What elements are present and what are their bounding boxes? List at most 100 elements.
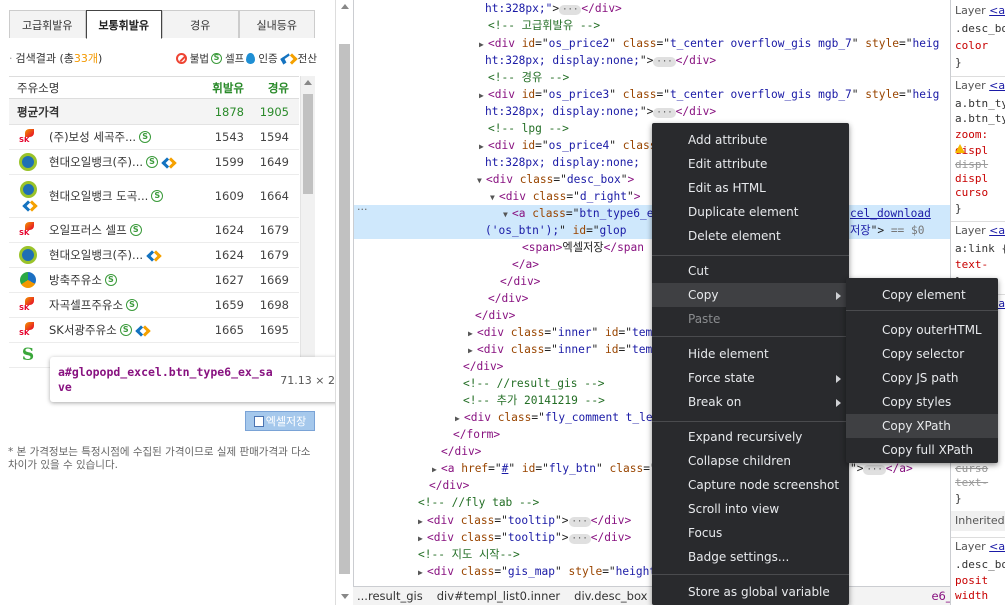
dom-node-line[interactable]: ▶ <div id="os_price3" class="t_center ove… (354, 86, 950, 103)
excel-save-label: 엑셀저장 (265, 415, 307, 428)
station-name[interactable]: 현대오일뱅크(주)... (49, 247, 143, 263)
menu-item-label: Copy (688, 288, 719, 302)
menu-item-copy-element[interactable]: Copy element (846, 283, 998, 307)
style-rule-line[interactable]: displ (955, 158, 988, 171)
table-row[interactable]: (주)보성 세곡주...S 1543 1594 (9, 125, 299, 150)
table-row[interactable]: 오일프러스 셀프S 1624 1679 (9, 218, 299, 243)
legend-self: 셀프 (225, 52, 245, 65)
node-more-ellipsis[interactable]: ··· (357, 203, 368, 216)
station-name[interactable]: 자곡셀프주유소 (49, 297, 123, 313)
menu-item-expand-recursively[interactable]: Expand recursively (652, 425, 849, 449)
table-scrollbar[interactable] (300, 76, 315, 401)
ban-icon (175, 52, 187, 64)
price-disclaimer: * 본 가격정보는 특정시점에 수집된 가격이므로 실제 판매가격과 다소 차이… (8, 446, 311, 471)
menu-item-copy-outerhtml[interactable]: Copy outerHTML (846, 318, 998, 342)
tab-regular-gasoline[interactable]: 보통휘발유 (85, 10, 162, 39)
menu-item-focus[interactable]: Focus (652, 521, 849, 545)
menu-item-force-state[interactable]: Force state (652, 366, 849, 390)
tab-premium-gasoline[interactable]: 고급휘발유 (9, 10, 86, 38)
menu-item-break-on[interactable]: Break on (652, 390, 849, 414)
excel-save-button[interactable]: 엑셀저장 (245, 411, 315, 431)
inspect-tooltip: a#glopopd_excel.btn_type6_ex_save 71.13 … (50, 357, 350, 402)
tab-diesel[interactable]: 경유 (162, 10, 239, 38)
dom-node-line[interactable]: <!-- 경유 --> (354, 69, 950, 86)
station-table: 주유소명 휘발유 경유 평균가격 1878 1905 (주)보성 세곡주...S… (9, 76, 299, 401)
station-name[interactable]: 현대오일뱅크 도곡... (49, 188, 148, 204)
menu-item-collapse-children[interactable]: Collapse children (652, 449, 849, 473)
table-row[interactable]: 자곡셀프주유소S 1659 1698 (9, 293, 299, 318)
menu-item-cut[interactable]: Cut (652, 259, 849, 283)
breadcrumb-item[interactable]: e6_ex_save (931, 589, 950, 603)
menu-item-edit-as-html[interactable]: Edit as HTML (652, 176, 849, 200)
menu-item-copy-js-path[interactable]: Copy JS path (846, 366, 998, 390)
menu-item-copy-xpath[interactable]: Copy XPath (846, 414, 998, 438)
dom-node-line[interactable]: ht:328px; display:none;"> ··· </div> (354, 52, 950, 69)
breadcrumb-item[interactable]: div.desc_box (574, 589, 647, 603)
table-row[interactable]: 현대오일뱅크(주)... S 1599 1649 (9, 150, 299, 175)
page-scroll-up-icon[interactable] (341, 4, 349, 9)
header-diesel[interactable]: 경유 (244, 80, 289, 96)
tab-kerosene[interactable]: 실내등유 (238, 10, 315, 38)
table-row[interactable]: SK서광주유소S 1665 1695 (9, 318, 299, 343)
dom-node-line[interactable]: ht:328px; display:none;"> ··· </div> (354, 103, 950, 120)
style-rule-line[interactable]: color (955, 39, 988, 52)
excel-icon (253, 415, 264, 427)
menu-item-hide-element[interactable]: Hide element (652, 342, 849, 366)
scroll-up-arrow-icon[interactable] (304, 80, 312, 85)
self-service-icon: S (211, 52, 223, 64)
station-name[interactable]: 오일프러스 셀프 (49, 222, 127, 238)
table-row[interactable]: 현대오일뱅크 도곡... S 1609 1664 (9, 175, 299, 218)
station-name[interactable]: 현대오일뱅크(주)... (49, 154, 143, 170)
breadcrumb-item[interactable]: ...result_gis (357, 589, 423, 603)
style-rule-line[interactable]: posit (955, 574, 988, 587)
dom-node-line[interactable]: ht:328px;"> ··· </div> (354, 0, 950, 17)
menu-item-copy-selector[interactable]: Copy selector (846, 342, 998, 366)
station-name[interactable]: (주)보성 세곡주... (49, 129, 136, 145)
menu-item-capture-node-screenshot[interactable]: Capture node screenshot (652, 473, 849, 497)
breadcrumb-item[interactable]: div#templ_list0.inner (437, 589, 560, 603)
station-name[interactable]: 방축주유소 (49, 272, 102, 288)
table-row[interactable]: 현대오일뱅크(주)... 1624 1679 (9, 243, 299, 268)
table-scroll-thumb[interactable] (303, 94, 313, 194)
menu-item-scroll-into-view[interactable]: Scroll into view (652, 497, 849, 521)
menu-item-duplicate-element[interactable]: Duplicate element (652, 200, 849, 224)
ex-payment-icon (134, 325, 150, 336)
header-gasoline[interactable]: 휘발유 (194, 80, 244, 96)
menu-item-add-attribute[interactable]: Add attribute (652, 128, 849, 152)
menu-item-edit-attribute[interactable]: Edit attribute (652, 152, 849, 176)
menu-separator (652, 336, 849, 337)
menu-item-delete-element[interactable]: Delete element (652, 224, 849, 248)
dom-node-line[interactable]: ▶ <div id="os_price2" class="t_center ove… (354, 35, 950, 52)
style-rule-line[interactable]: text- (955, 258, 988, 271)
menu-item-store-as-global-variable[interactable]: Store as global variable (652, 580, 849, 604)
page-scroll-down-icon[interactable] (341, 594, 349, 599)
layer-label: Layer <ar (955, 540, 1005, 553)
menu-separator (652, 255, 849, 256)
style-rule-line[interactable]: displ (955, 172, 988, 185)
average-label: 평균가격 (17, 104, 60, 119)
menu-item-copy[interactable]: Copy (652, 283, 849, 307)
page-scrollbar[interactable] (335, 0, 353, 605)
page-scroll-thumb[interactable] (339, 44, 350, 574)
style-rule-line[interactable]: text- (955, 476, 988, 489)
menu-item-label: Copy styles (882, 395, 952, 409)
style-rule-line[interactable]: curso (955, 186, 988, 199)
style-rule-line[interactable]: zoom: (955, 128, 988, 141)
menu-item-copy-styles[interactable]: Copy styles (846, 390, 998, 414)
header-name[interactable]: 주유소명 (9, 80, 194, 96)
menu-item-label: Badge settings... (688, 550, 790, 564)
style-rule-line[interactable]: width (955, 589, 988, 602)
style-rule-line[interactable]: curso (955, 462, 988, 475)
station-name[interactable]: SK서광주유소 (49, 322, 117, 338)
station-name-cell: 자곡셀프주유소S (9, 296, 194, 314)
legend-ban: 불법 (189, 52, 210, 65)
menu-item-label: Break on (688, 395, 742, 409)
warning-icon (955, 144, 965, 153)
menu-item-label: Paste (688, 312, 721, 326)
gasoline-price: 1543 (214, 130, 244, 144)
menu-item-copy-full-xpath[interactable]: Copy full XPath (846, 438, 998, 462)
dom-node-line[interactable]: <!-- 고급휘발유 --> (354, 17, 950, 34)
tooltip-size: 71.13 × 20 (280, 374, 342, 387)
menu-item-badge-settings[interactable]: Badge settings... (652, 545, 849, 569)
table-row[interactable]: 방축주유소 S 1627 1669 (9, 268, 299, 293)
